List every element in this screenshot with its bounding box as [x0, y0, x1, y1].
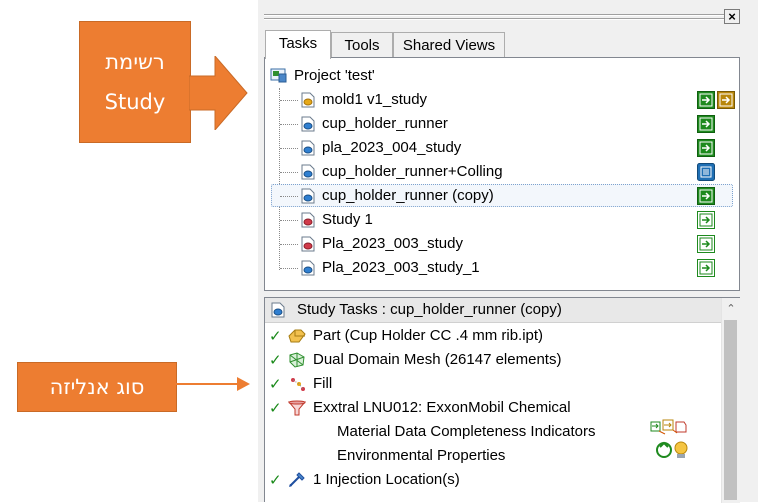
study-label: cup_holder_runner	[322, 115, 448, 132]
launch-outline-green-icon[interactable]	[697, 235, 715, 253]
study-label: pla_2023_004_study	[322, 139, 462, 156]
tab-tasks[interactable]: Tasks	[265, 30, 331, 59]
study-list-arrow	[189, 56, 248, 130]
tree-branch	[280, 100, 298, 101]
study-tasks-panel: × Tasks Tools Shared Views Project 'test…	[258, 0, 758, 503]
tree-row-study[interactable]: Study 1	[265, 208, 735, 232]
mesh-icon	[289, 352, 305, 368]
study-blue-icon	[301, 164, 315, 180]
study-red-icon	[301, 212, 315, 228]
tasks-scrollbar[interactable]: ⌃	[721, 298, 740, 503]
tab-tools[interactable]: Tools	[331, 32, 393, 57]
launch-orange-icon[interactable]	[717, 91, 735, 109]
analysis-type-callout: סוג אנליזה	[17, 362, 177, 412]
titlebar-grip-2	[264, 18, 724, 20]
study-blue-icon	[301, 140, 315, 156]
part-icon	[288, 329, 306, 343]
project-tree[interactable]: Project 'test' mold1 v1_study cup_holder…	[264, 57, 740, 291]
panel-titlebar[interactable]: ×	[258, 0, 748, 26]
tree-row-study[interactable]: mold1 v1_study	[265, 88, 735, 112]
study-list-callout: רשימת Study	[79, 21, 191, 143]
tree-branch	[280, 244, 298, 245]
check-icon: ✓	[269, 376, 282, 393]
study-tasks-header: Study Tasks : cup_holder_runner (copy)	[265, 298, 739, 323]
fill-analysis-icon	[291, 378, 305, 391]
tree-branch	[280, 124, 298, 125]
check-icon: ✓	[269, 352, 282, 369]
study-label: Pla_2023_003_study	[322, 235, 463, 252]
tree-row-study[interactable]: cup_holder_runner	[265, 112, 735, 136]
task-mesh[interactable]: ✓ Dual Domain Mesh (26147 elements)	[265, 348, 715, 372]
launch-outline-green-icon[interactable]	[697, 259, 715, 277]
tree-branch	[280, 196, 298, 197]
task-injection-location[interactable]: ✓ 1 Injection Location(s)	[265, 468, 715, 492]
study-label: Study 1	[322, 211, 373, 228]
tree-branch	[280, 172, 298, 173]
check-icon: ✓	[269, 328, 282, 345]
tree-branch	[280, 220, 298, 221]
tree-row-study[interactable]: pla_2023_004_study	[265, 136, 735, 160]
study-blue-icon	[301, 260, 315, 276]
queue-blue-icon[interactable]	[697, 163, 715, 181]
task-material[interactable]: ✓ Exxtral LNU012: ExxonMobil Chemical	[265, 396, 715, 420]
tree-row-study-selected[interactable]: cup_holder_runner (copy)	[265, 184, 735, 208]
study-tasks-title: Study Tasks : cup_holder_runner (copy)	[297, 301, 562, 318]
launch-outline-green-icon[interactable]	[697, 211, 715, 229]
study-tasks-list[interactable]: Study Tasks : cup_holder_runner (copy) ✓…	[264, 297, 740, 503]
project-icon	[270, 68, 287, 83]
study-list-callout-line2: Study	[104, 90, 166, 114]
check-icon: ✓	[269, 400, 282, 417]
task-material-completeness[interactable]: Material Data Completeness Indicators	[265, 420, 715, 444]
launch-green-icon[interactable]	[697, 115, 715, 133]
task-label: Exxtral LNU012: ExxonMobil Chemical	[313, 399, 571, 416]
tree-branch	[280, 268, 298, 269]
study-label: cup_holder_runner (copy)	[322, 187, 494, 204]
task-fill-analysis[interactable]: ✓ Fill	[265, 372, 715, 396]
analysis-type-callout-text: סוג אנליזה	[49, 375, 145, 399]
study-label: cup_holder_runner+Colling	[322, 163, 503, 180]
launch-green-icon[interactable]	[697, 139, 715, 157]
study-label: mold1 v1_study	[322, 91, 428, 108]
close-button[interactable]: ×	[724, 9, 740, 24]
study-label: Pla_2023_003_study_1	[322, 259, 480, 276]
injection-icon	[289, 472, 305, 487]
titlebar-grip	[264, 14, 724, 16]
scroll-up-button[interactable]: ⌃	[722, 300, 740, 318]
check-icon: ✓	[269, 472, 282, 489]
tree-row-study[interactable]: cup_holder_runner+Colling	[265, 160, 735, 184]
launch-green-icon[interactable]	[697, 187, 715, 205]
study-red-icon	[301, 236, 315, 252]
tree-branch	[280, 148, 298, 149]
task-label: Part (Cup Holder CC .4 mm rib.ipt)	[313, 327, 544, 344]
tab-shared-views[interactable]: Shared Views	[393, 32, 505, 57]
study-list-callout-line1: רשימת	[105, 50, 165, 74]
material-funnel-icon	[287, 400, 307, 416]
task-label: Dual Domain Mesh (26147 elements)	[313, 351, 562, 368]
launch-green-icon[interactable]	[697, 91, 715, 109]
task-label: 1 Injection Location(s)	[313, 471, 460, 488]
scroll-thumb[interactable]	[724, 320, 737, 500]
analysis-type-arrow	[175, 377, 250, 391]
tree-row-study[interactable]: Pla_2023_003_study	[265, 232, 735, 256]
study-blue-icon	[301, 116, 315, 132]
tree-row-study[interactable]: Pla_2023_003_study_1	[265, 256, 735, 280]
task-label: Fill	[313, 375, 333, 392]
study-blue-icon	[301, 188, 315, 204]
task-environmental-properties[interactable]: Environmental Properties	[265, 444, 715, 468]
task-part[interactable]: ✓ Part (Cup Holder CC .4 mm rib.ipt)	[265, 324, 715, 348]
task-label: Material Data Completeness Indicators	[337, 423, 596, 440]
project-label: Project 'test'	[294, 67, 375, 84]
study-blue-icon	[271, 302, 285, 318]
tree-row-project[interactable]: Project 'test'	[265, 64, 735, 88]
mold-study-icon	[301, 92, 315, 108]
task-label: Environmental Properties	[337, 447, 506, 464]
